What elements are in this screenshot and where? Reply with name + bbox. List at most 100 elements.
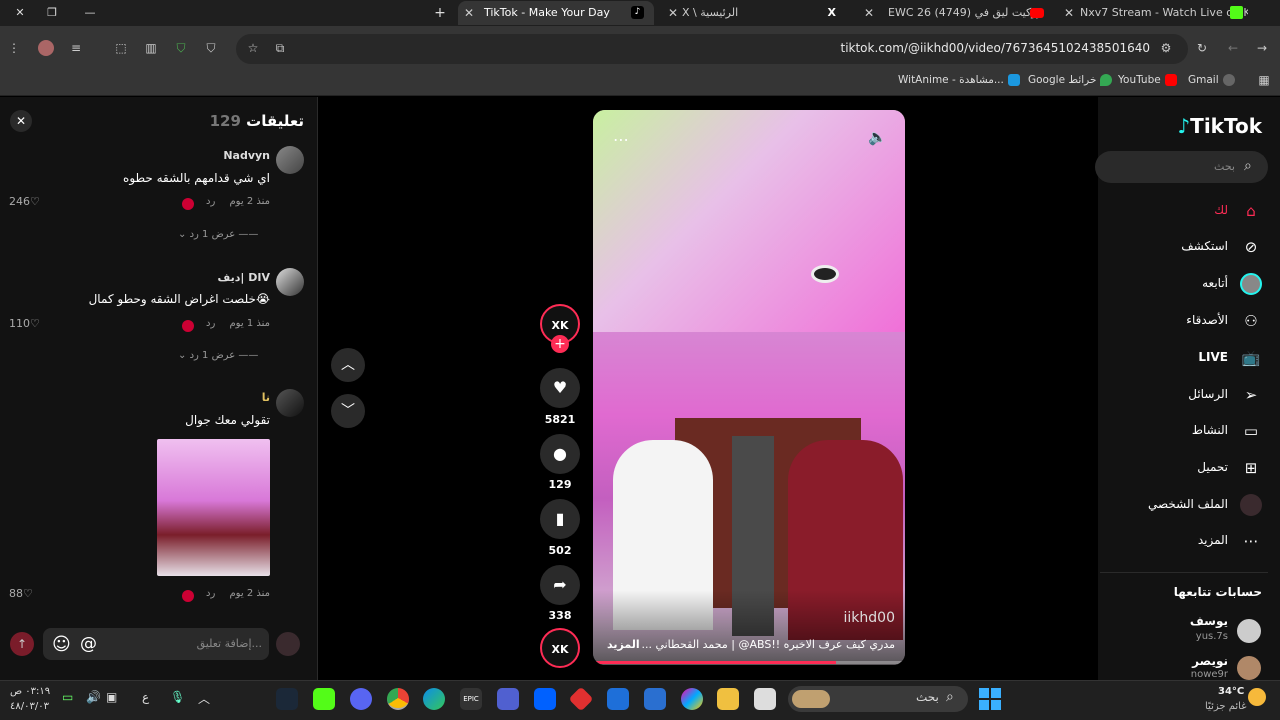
clock-date[interactable]: ٤٨/٠٣/٠٣: [10, 701, 49, 712]
bookmark-witanime[interactable]: WitAnime - مشاهدة...: [898, 72, 1020, 88]
app-icon[interactable]: [754, 688, 776, 710]
volume-icon[interactable]: 🔈: [868, 128, 887, 146]
tab-kick[interactable]: ✕ Nxv7 Stream - Watch Live on K: [1058, 1, 1248, 25]
weather-temp[interactable]: 34°C: [1218, 686, 1244, 697]
nav-live[interactable]: LIVE: [1198, 350, 1228, 372]
url-text[interactable]: tiktok.com/@iikhd00/video/76736451024385…: [840, 41, 1150, 55]
progress-track[interactable]: [593, 661, 905, 664]
bookmark-maps[interactable]: Google خرائط: [1028, 72, 1113, 88]
language-indicator[interactable]: ع: [142, 690, 149, 704]
tab-close-icon[interactable]: ✕: [1064, 1, 1074, 25]
profile-icon[interactable]: [1240, 494, 1262, 516]
tab-tiktok[interactable]: ✕ TikTok - Make Your Day ♪: [458, 1, 654, 25]
tab-x[interactable]: ✕ X \ الرئيسية X: [662, 1, 842, 25]
bookmark-star-icon[interactable]: ☆: [245, 40, 261, 56]
previous-video-button[interactable]: ︿: [331, 348, 365, 382]
weather-icon[interactable]: [1248, 688, 1266, 706]
nav-following[interactable]: أتابعه: [1202, 276, 1228, 298]
messages-icon[interactable]: ➢: [1240, 384, 1262, 406]
site-settings-icon[interactable]: ⚙: [1158, 40, 1174, 56]
avatar[interactable]: [276, 268, 304, 296]
restore-window-icon[interactable]: ❐: [42, 4, 62, 22]
avatar[interactable]: [1237, 619, 1261, 643]
bookmark-gmail[interactable]: Gmail: [1188, 72, 1235, 88]
avatar[interactable]: [276, 389, 304, 417]
tab-close-icon[interactable]: ✕: [464, 1, 474, 25]
show-hidden-icons[interactable]: ︿: [198, 690, 210, 707]
tab-close-icon[interactable]: ✕: [668, 1, 678, 25]
nav-messages[interactable]: الرسائل: [1188, 387, 1228, 409]
steam-icon[interactable]: [276, 688, 298, 710]
copilot-icon[interactable]: [681, 688, 703, 710]
like-count[interactable]: 88♡: [9, 587, 33, 600]
heart-icon[interactable]: ♡: [30, 317, 40, 330]
app-icon[interactable]: [497, 688, 519, 710]
discord-icon[interactable]: [350, 688, 372, 710]
friends-icon[interactable]: ⚇: [1240, 310, 1262, 332]
file-explorer-icon[interactable]: [717, 688, 739, 710]
apps-grid-icon[interactable]: ▦: [1256, 72, 1272, 88]
nav-more[interactable]: المزيد: [1198, 533, 1228, 555]
shield-icon[interactable]: ⛉: [173, 40, 189, 56]
share-button[interactable]: ➦: [540, 565, 580, 605]
tiktok-logo[interactable]: ♪TikTok: [1177, 114, 1262, 138]
new-tab-button[interactable]: +: [430, 4, 450, 22]
more-options-icon[interactable]: ⋯: [613, 130, 629, 149]
comment-image-thumbnail[interactable]: [157, 439, 270, 576]
view-replies-button[interactable]: ⌄ عرض 1 رد ——: [178, 350, 258, 361]
back-icon[interactable]: →: [1254, 40, 1270, 56]
heart-icon[interactable]: ♡: [23, 587, 33, 600]
like-button[interactable]: ♥: [540, 368, 580, 408]
profile-avatar[interactable]: [38, 40, 54, 56]
reply-button[interactable]: رد: [206, 196, 215, 207]
windows-start-icon[interactable]: [979, 688, 1001, 710]
minimize-window-icon[interactable]: —: [80, 4, 100, 22]
reply-button[interactable]: رد: [206, 318, 215, 329]
caption-more-button[interactable]: المزيد: [607, 638, 640, 651]
nav-for-you[interactable]: لك: [1214, 203, 1228, 225]
video-player[interactable]: ⋯ 🔈 iikhd00 مدري كيف عرف الاخيره !!ABS@ …: [593, 110, 905, 665]
mail-icon[interactable]: [607, 688, 629, 710]
tab-close-icon[interactable]: ✕: [864, 1, 874, 25]
dropbox-icon[interactable]: [534, 688, 556, 710]
translate-icon[interactable]: ⧉: [272, 40, 288, 56]
upload-icon[interactable]: ⊞: [1240, 457, 1262, 479]
emoji-icon[interactable]: ☺: [52, 634, 71, 655]
media-icon[interactable]: ≡: [68, 40, 84, 56]
reply-button[interactable]: رد: [206, 588, 215, 599]
microphone-icon[interactable]: 🎙: [170, 690, 185, 704]
tab-youtube[interactable]: ✕ EWC 26 روكيت ليق في (4749): [858, 1, 1054, 25]
nav-profile[interactable]: الملف الشخصي: [1148, 497, 1228, 519]
comment-user[interactable]: نا: [262, 391, 270, 404]
reload-icon[interactable]: ↻: [1194, 40, 1210, 56]
nav-explore[interactable]: استكشف: [1181, 239, 1228, 261]
like-count[interactable]: 110♡: [9, 317, 40, 330]
app-icon[interactable]: [313, 688, 335, 710]
more-icon[interactable]: ⋯: [1240, 530, 1262, 552]
chrome-icon[interactable]: [387, 688, 409, 710]
close-window-icon[interactable]: ✕: [10, 4, 30, 22]
volume-icon[interactable]: 🔊: [86, 690, 101, 704]
like-count[interactable]: 246♡: [9, 195, 40, 208]
comments-button[interactable]: ●: [540, 434, 580, 474]
search-icon[interactable]: ⌕: [1244, 158, 1252, 174]
activity-icon[interactable]: ▭: [1240, 420, 1262, 442]
adblock-icon[interactable]: ⛉: [203, 40, 219, 56]
compass-icon[interactable]: ⊘: [1240, 236, 1262, 258]
comment-user[interactable]: Nadvyn: [223, 149, 270, 162]
epic-games-icon[interactable]: EPIC: [460, 688, 482, 710]
follow-button[interactable]: +: [551, 335, 569, 353]
post-comment-button[interactable]: ↑: [10, 632, 34, 656]
avatar[interactable]: [276, 146, 304, 174]
nav-friends[interactable]: الأصدقاء: [1186, 313, 1228, 335]
search-input[interactable]: [1095, 151, 1268, 183]
mention-button[interactable]: @: [80, 634, 97, 654]
avatar[interactable]: [1237, 656, 1261, 680]
nav-activity[interactable]: النشاط: [1192, 423, 1228, 445]
home-icon[interactable]: ⌂: [1240, 200, 1262, 222]
view-replies-button[interactable]: ⌄ عرض 1 رد ——: [178, 229, 258, 240]
store-icon[interactable]: [644, 688, 666, 710]
favorite-button[interactable]: ▮: [540, 499, 580, 539]
next-video-button[interactable]: ﹀: [331, 394, 365, 428]
forward-icon[interactable]: ←: [1225, 40, 1241, 56]
